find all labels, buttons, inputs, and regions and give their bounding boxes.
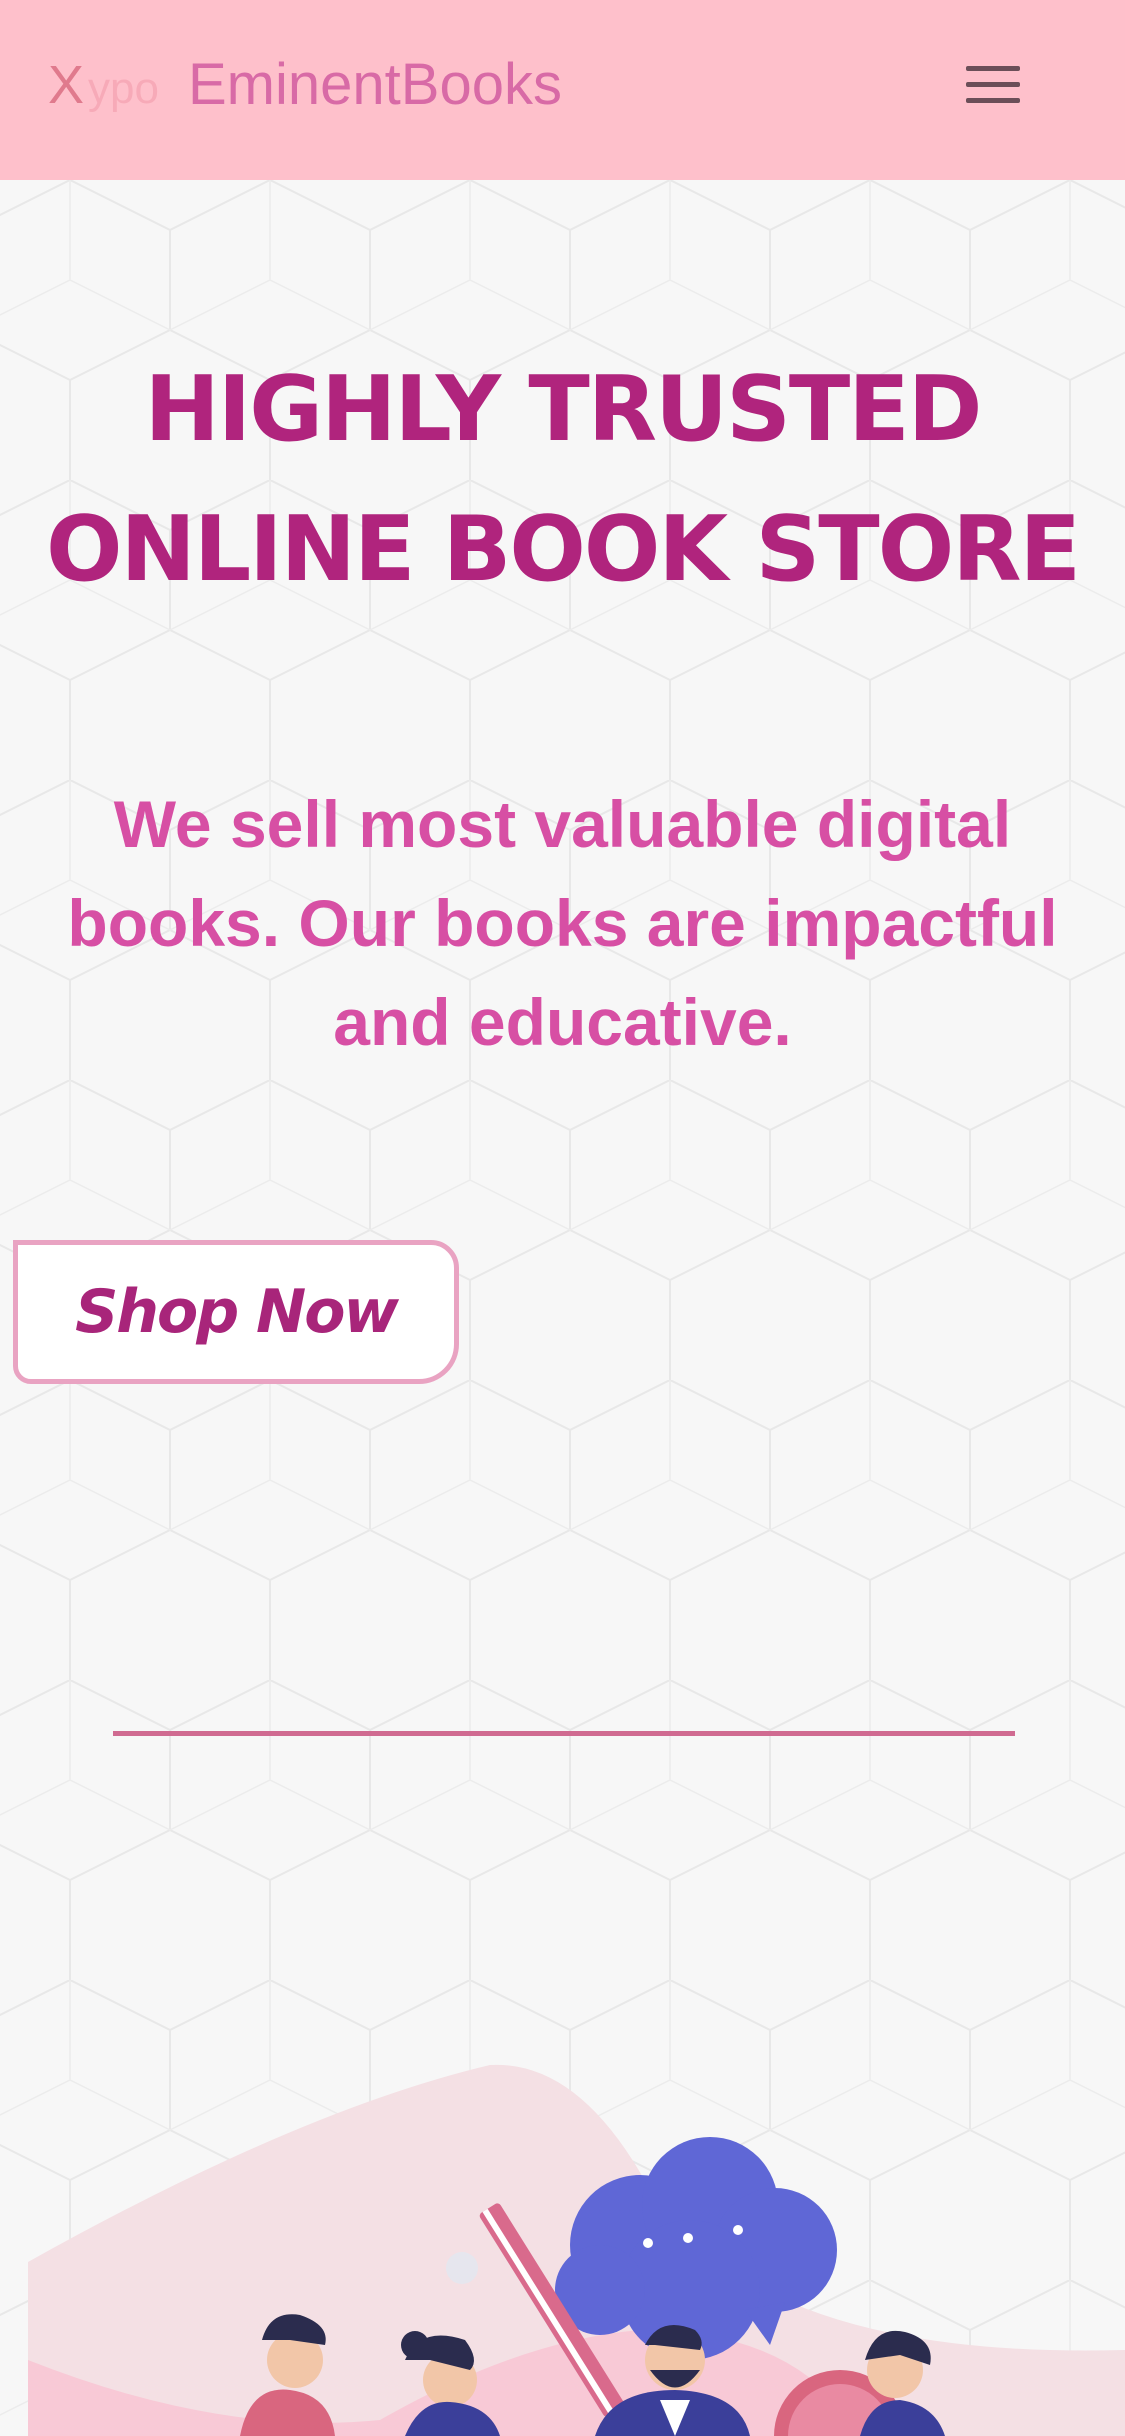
section-divider [113, 1731, 1015, 1736]
hero-title-line-2: ONLINE BOOK STORE [46, 497, 1081, 602]
brand-name[interactable]: EminentBooks [188, 50, 562, 120]
logo-ypo: ypo [88, 64, 159, 113]
hero-title: HIGHLY TRUSTED ONLINE BOOK STORE [0, 340, 1125, 620]
readers-illustration [28, 2064, 1125, 2436]
hero-subtitle: We sell most valuable digital books. Our… [67, 787, 1058, 1059]
logo-x: X [48, 55, 85, 115]
top-navbar: X ypo EminentBooks [0, 0, 1125, 180]
shop-now-button[interactable]: Shop Now [13, 1240, 459, 1384]
site-logo[interactable]: X ypo [48, 58, 159, 112]
hamburger-menu-icon[interactable] [958, 62, 1028, 112]
hero-title-line-1: HIGHLY TRUSTED [144, 357, 982, 462]
